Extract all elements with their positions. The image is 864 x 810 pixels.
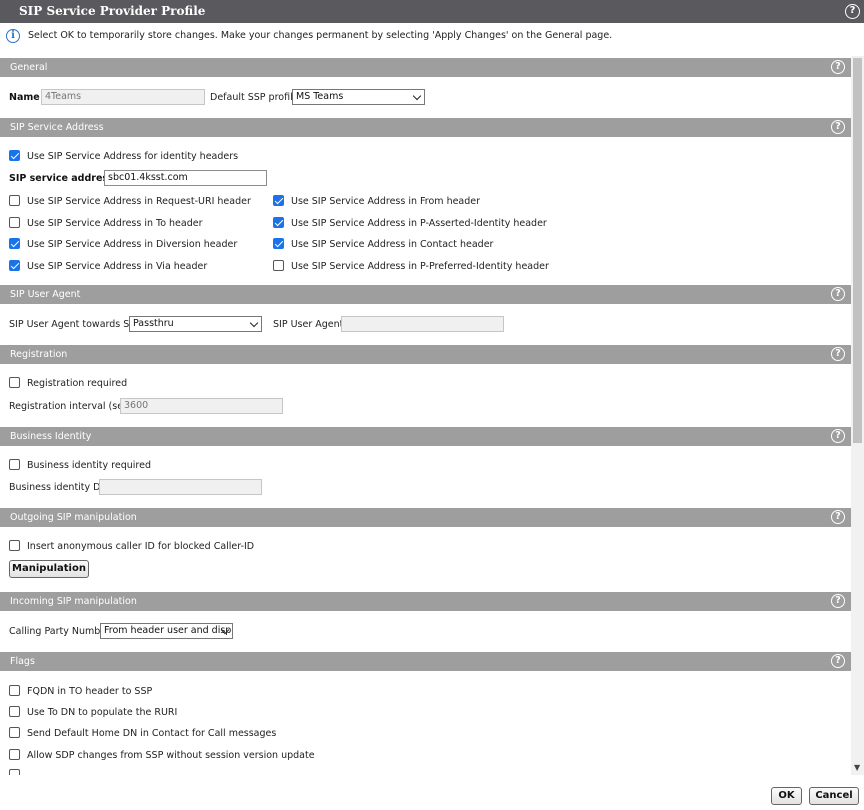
business-identity-dn-field[interactable] [99,479,262,495]
option-pai-checkbox[interactable] [273,217,284,228]
manipulation-button[interactable]: Manipulation [9,560,89,578]
section-title: Incoming SIP manipulation [10,596,137,607]
info-bar: i Select OK to temporarily store changes… [0,23,851,56]
section-registration: Registration ? [0,345,851,364]
section-title: Flags [10,656,35,667]
registration-interval-field[interactable]: 3600 [120,398,283,414]
chevron-down-icon [412,91,422,101]
section-business-identity: Business Identity ? [0,427,851,446]
dialog-footer: OK Cancel [0,775,864,810]
option-to-checkbox[interactable] [9,217,20,228]
use-identity-checkbox[interactable] [9,150,20,161]
flag-fqdn-checkbox[interactable] [9,685,20,696]
user-agent-label: SIP User Agent [273,319,344,330]
name-field[interactable]: 4Teams [41,89,205,105]
flag-home-dn-checkbox[interactable] [9,727,20,738]
flag-sdp-checkbox[interactable] [9,749,20,760]
business-identity-checkbox[interactable] [9,459,20,470]
option-contact-checkbox[interactable] [273,238,284,249]
registration-interval-label: Registration interval (sec) [9,401,132,412]
info-icon: i [6,29,20,43]
default-ssp-label: Default SSP profile [210,92,299,103]
vertical-scrollbar[interactable]: ▼ [851,56,864,775]
help-icon[interactable]: ? [831,654,845,668]
anonymous-caller-label: Insert anonymous caller ID for blocked C… [27,541,255,552]
help-icon[interactable]: ? [831,60,845,74]
name-label: Name [9,92,40,103]
section-sip-service-address: SIP Service Address ? [0,118,851,137]
option-request-uri-checkbox[interactable] [9,195,20,206]
info-text: Select OK to temporarily store changes. … [28,30,613,41]
help-icon[interactable]: ? [831,594,845,608]
option-ppi-checkbox[interactable] [273,260,284,271]
option-request-uri-label: Use SIP Service Address in Request-URI h… [27,196,251,207]
flag-sdp-label: Allow SDP changes from SSP without sessi… [27,750,315,761]
option-ppi-label: Use SIP Service Address in P-Preferred-I… [291,261,549,272]
calling-party-select[interactable]: From header user and disp [100,623,233,639]
help-icon[interactable]: ? [831,429,845,443]
section-general: General ? [0,58,851,77]
registration-required-label: Registration required [27,378,128,389]
option-pai-label: Use SIP Service Address in P-Asserted-Id… [291,218,547,229]
section-title: Outgoing SIP manipulation [10,512,137,523]
help-icon[interactable]: ? [831,347,845,361]
option-via-checkbox[interactable] [9,260,20,271]
window-title: SIP Service Provider Profile [19,4,206,18]
section-flags: Flags ? [0,652,851,671]
window-title-bar: SIP Service Provider Profile ? [0,0,864,23]
default-ssp-select[interactable]: MS Teams [292,89,425,105]
option-from-label: Use SIP Service Address in From header [291,196,481,207]
option-to-label: Use SIP Service Address in To header [27,218,203,229]
option-from-checkbox[interactable] [273,195,284,206]
section-title: General [10,62,48,73]
option-diversion-label: Use SIP Service Address in Diversion hea… [27,239,238,250]
scrollbar-thumb[interactable] [853,58,862,443]
help-icon[interactable]: ? [831,510,845,524]
business-identity-label: Business identity required [27,460,151,471]
flag-home-dn-label: Send Default Home DN in Contact for Call… [27,728,277,739]
anonymous-caller-checkbox[interactable] [9,540,20,551]
ok-button[interactable]: OK [771,787,802,805]
section-title: Business Identity [10,431,92,442]
section-title: SIP Service Address [10,122,104,133]
help-icon[interactable]: ? [831,287,845,301]
cancel-button[interactable]: Cancel [809,787,859,805]
flag-to-dn-label: Use To DN to populate the RURI [27,707,178,718]
flag-to-dn-checkbox[interactable] [9,706,20,717]
user-agent-towards-label: SIP User Agent towards SSP [9,319,142,330]
help-icon[interactable]: ? [845,4,860,19]
section-title: Registration [10,349,68,360]
help-icon[interactable]: ? [831,120,845,134]
option-diversion-checkbox[interactable] [9,238,20,249]
scroll-down-arrow-icon[interactable]: ▼ [854,764,860,772]
section-title: SIP User Agent [10,289,81,300]
default-ssp-value: MS Teams [296,91,344,102]
user-agent-field[interactable] [341,316,504,332]
user-agent-towards-value: Passthru [133,318,174,329]
chevron-down-icon [249,318,259,328]
flag-fqdn-label: FQDN in TO header to SSP [27,686,153,697]
option-contact-label: Use SIP Service Address in Contact heade… [291,239,494,250]
section-outgoing-sip: Outgoing SIP manipulation ? [0,508,851,527]
calling-party-label: Calling Party Number [9,626,111,637]
sip-service-address-label: SIP service address [9,173,114,184]
section-sip-user-agent: SIP User Agent ? [0,285,851,304]
user-agent-towards-select[interactable]: Passthru [129,316,262,332]
calling-party-value: From header user and disp [104,625,232,636]
sip-service-address-input[interactable]: sbc01.4ksst.com [104,170,267,186]
registration-required-checkbox[interactable] [9,377,20,388]
business-identity-dn-label: Business identity DN [9,482,108,493]
option-via-label: Use SIP Service Address in Via header [27,261,208,272]
use-identity-label: Use SIP Service Address for identity hea… [27,151,239,162]
section-incoming-sip: Incoming SIP manipulation ? [0,592,851,611]
